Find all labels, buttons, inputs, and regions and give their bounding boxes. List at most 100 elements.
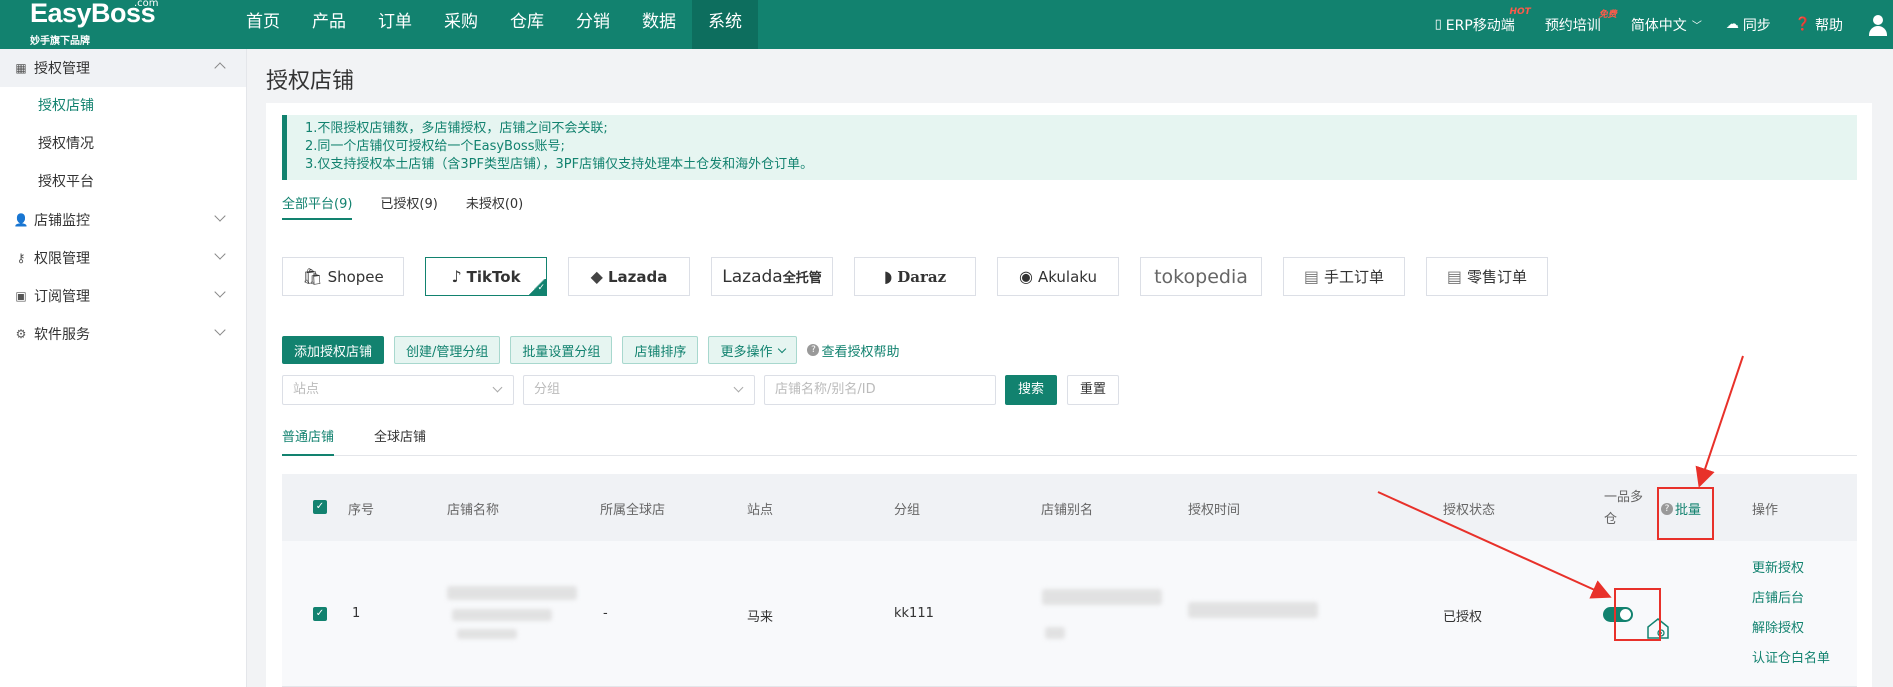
sync-label: 同步 bbox=[1742, 17, 1771, 34]
top-bar: EasyBoss .com 妙手旗下品牌 首页 产品 订单 采购 仓库 分销 数… bbox=[0, 0, 1893, 49]
sidebar-group-permission[interactable]: ⚷ 权限管理 bbox=[0, 239, 246, 277]
chevron-down-icon bbox=[778, 344, 787, 353]
tiktok-note-icon: ♪ bbox=[451, 267, 462, 286]
chevron-up-icon bbox=[214, 62, 226, 74]
tab-global-stores[interactable]: 全球店铺 bbox=[374, 426, 426, 456]
main-nav: 首页 产品 订单 采购 仓库 分销 数据 系统 bbox=[230, 0, 758, 49]
sidebar-group-monitor[interactable]: 👤 店铺监控 bbox=[0, 201, 246, 239]
store-sort-button[interactable]: 店铺排序 bbox=[622, 336, 699, 364]
language-label: 简体中文 bbox=[1630, 17, 1687, 34]
platform-daraz[interactable]: ◗ Daraz bbox=[854, 257, 976, 296]
sidebar-group-auth[interactable]: ▦ 授权管理 bbox=[0, 49, 246, 87]
nav-home[interactable]: 首页 bbox=[230, 0, 296, 49]
redacted-alias bbox=[1042, 589, 1162, 605]
platform-label: 零售订单 bbox=[1467, 268, 1528, 286]
nav-warehouse[interactable]: 仓库 bbox=[494, 0, 560, 49]
help-button[interactable]: ❓ 帮助 bbox=[1795, 15, 1843, 35]
sidebar-group-software[interactable]: ⚙ 软件服务 bbox=[0, 315, 246, 353]
filter-bar: 站点 分组 店铺名称/别名/ID 搜索 重置 bbox=[282, 375, 1120, 405]
site-select[interactable]: 站点 bbox=[282, 375, 514, 405]
warehouse-whitelist-link[interactable]: 认证仓白名单 bbox=[1752, 647, 1830, 666]
redacted-auth-time bbox=[1188, 602, 1318, 618]
th-multi-warehouse-line2: 仓 bbox=[1604, 512, 1618, 527]
annotation-box-batch bbox=[1657, 487, 1714, 540]
tab-unauthorized[interactable]: 未授权(0) bbox=[466, 193, 523, 220]
platform-lazada-full[interactable]: Lazada 全托管 bbox=[711, 257, 833, 296]
chevron-down-icon bbox=[214, 324, 226, 336]
platform-label: Daraz bbox=[897, 267, 947, 286]
tab-all-platforms[interactable]: 全部平台(9) bbox=[282, 193, 353, 220]
logo-sub: 妙手旗下品牌 bbox=[30, 36, 90, 47]
auth-help-link[interactable]: ? 查看授权帮助 bbox=[807, 341, 899, 360]
nav-distribution[interactable]: 分销 bbox=[560, 0, 626, 49]
nav-data[interactable]: 数据 bbox=[626, 0, 692, 49]
chevron-down-icon bbox=[492, 382, 503, 393]
th-multi-warehouse: 一品多 仓 bbox=[1604, 487, 1643, 531]
th-index: 序号 bbox=[348, 503, 375, 518]
sidebar-group-label: 订阅管理 bbox=[34, 289, 90, 305]
logo[interactable]: EasyBoss .com 妙手旗下品牌 bbox=[30, 0, 180, 49]
chevron-down-icon: ﹀ bbox=[1691, 21, 1702, 32]
training-link[interactable]: 预约培训 免费 bbox=[1544, 10, 1617, 35]
group-placeholder: 分组 bbox=[534, 382, 561, 397]
nav-orders[interactable]: 订单 bbox=[362, 0, 428, 49]
chevron-down-icon bbox=[214, 286, 226, 298]
store-type-tabs: 普通店铺 全球店铺 bbox=[282, 426, 1857, 456]
sidebar-group-subscription[interactable]: ▣ 订阅管理 bbox=[0, 277, 246, 315]
erp-mobile-link[interactable]: ▯ ERP移动端 HOT bbox=[1434, 7, 1531, 35]
platform-lazada[interactable]: ◆ Lazada bbox=[568, 257, 690, 296]
platform-retail-orders[interactable]: ▤ 零售订单 bbox=[1426, 257, 1548, 296]
platform-label: tokopedia bbox=[1154, 265, 1248, 288]
th-multi-warehouse-line1: 一品多 bbox=[1604, 490, 1644, 505]
sidebar-item-auth-stores[interactable]: 授权店铺 bbox=[0, 87, 246, 125]
reset-button[interactable]: 重置 bbox=[1067, 375, 1120, 405]
tab-normal-stores[interactable]: 普通店铺 bbox=[282, 426, 335, 456]
auth-help-label: 查看授权帮助 bbox=[821, 344, 900, 360]
store-search-input[interactable]: 店铺名称/别名/ID bbox=[764, 375, 996, 405]
more-actions-button[interactable]: 更多操作 bbox=[708, 336, 798, 364]
sidebar: ▦ 授权管理 授权店铺 授权情况 授权平台 👤 店铺监控 ⚷ 权限管理 ▣ 订阅… bbox=[0, 49, 247, 687]
nav-system[interactable]: 系统 bbox=[692, 0, 758, 49]
sidebar-item-auth-status[interactable]: 授权情况 bbox=[0, 125, 246, 163]
user-key-icon: ⚷ bbox=[16, 251, 26, 265]
select-all-checkbox[interactable]: ✓ bbox=[313, 500, 327, 514]
redacted-store-name bbox=[457, 629, 517, 639]
group-select[interactable]: 分组 bbox=[523, 375, 755, 405]
nav-products[interactable]: 产品 bbox=[296, 0, 362, 49]
row-checkbox[interactable]: ✓ bbox=[313, 607, 327, 621]
create-group-button[interactable]: 创建/管理分组 bbox=[394, 336, 501, 364]
platform-label: Shopee bbox=[327, 267, 384, 286]
search-button[interactable]: 搜索 bbox=[1005, 375, 1058, 405]
shop-icon: ▤ bbox=[1303, 267, 1320, 286]
person-icon: 👤 bbox=[13, 213, 29, 227]
nav-purchase[interactable]: 采购 bbox=[428, 0, 494, 49]
platform-akulaku[interactable]: ◉ Akulaku bbox=[997, 257, 1119, 296]
sync-button[interactable]: ☁ 同步 bbox=[1726, 15, 1771, 35]
chevron-down-icon bbox=[214, 248, 226, 260]
notice-box: 1.不限授权店铺数，多店铺授权，店铺之间不会关联; 2.同一个店铺仅可授权给一个… bbox=[282, 115, 1857, 180]
training-label: 预约培训 bbox=[1544, 17, 1601, 34]
language-select[interactable]: 简体中文 ﹀ bbox=[1631, 15, 1702, 35]
sidebar-item-auth-platforms[interactable]: 授权平台 bbox=[0, 163, 246, 201]
site-placeholder: 站点 bbox=[293, 382, 320, 397]
top-right-menu: ▯ ERP移动端 HOT 预约培训 免费 简体中文 ﹀ ☁ 同步 ❓ 帮助 bbox=[1435, 0, 1893, 49]
tab-authorized[interactable]: 已授权(9) bbox=[380, 193, 437, 220]
th-site: 站点 bbox=[747, 503, 774, 518]
update-auth-link[interactable]: 更新授权 bbox=[1752, 557, 1830, 576]
platform-label: 手工订单 bbox=[1324, 268, 1385, 286]
user-avatar-icon[interactable] bbox=[1867, 14, 1889, 36]
revoke-auth-link[interactable]: 解除授权 bbox=[1752, 617, 1830, 636]
lazada-box-icon: ◆ bbox=[590, 267, 603, 286]
service-icon: ⚙ bbox=[15, 327, 27, 341]
store-backend-link[interactable]: 店铺后台 bbox=[1752, 587, 1830, 606]
platform-shopee[interactable]: 🛍 Shopee bbox=[282, 257, 404, 296]
platform-tiktok[interactable]: ♪ TikTok bbox=[425, 257, 547, 296]
add-store-button[interactable]: 添加授权店铺 bbox=[282, 336, 385, 364]
row-group: kk111 bbox=[894, 606, 934, 621]
mobile-icon: ▯ bbox=[1434, 17, 1442, 32]
platform-manual-orders[interactable]: ▤ 手工订单 bbox=[1283, 257, 1405, 296]
th-auth-time: 授权时间 bbox=[1188, 503, 1241, 518]
batch-group-button[interactable]: 批量设置分组 bbox=[510, 336, 613, 364]
platform-tokopedia[interactable]: tokopedia bbox=[1140, 257, 1262, 296]
sidebar-group-label: 授权管理 bbox=[34, 61, 90, 77]
